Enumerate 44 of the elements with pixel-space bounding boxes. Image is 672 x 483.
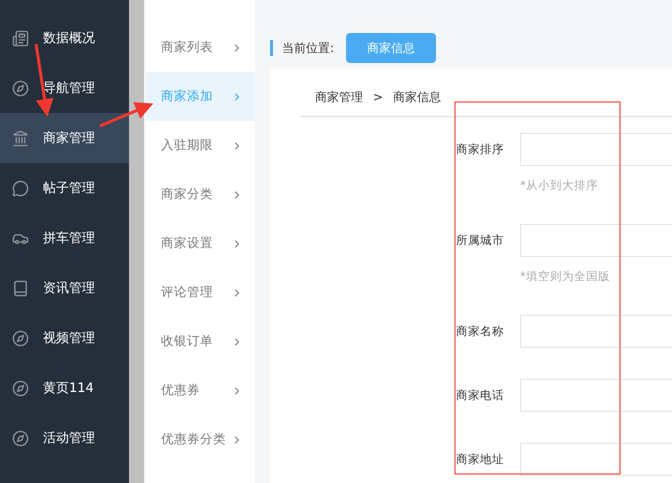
field-label: 所属城市 (456, 233, 505, 248)
submenu-item[interactable]: 入驻期限 (146, 121, 255, 170)
menu-icon (12, 280, 29, 296)
sidebar-item[interactable]: 商家管理 (0, 113, 129, 163)
accent-bar (270, 40, 273, 56)
sidebar-item[interactable]: 资讯管理 (0, 263, 129, 313)
menu-icon (12, 180, 29, 196)
sidebar-item[interactable]: 视频管理 (0, 313, 129, 363)
menu-icon (12, 80, 29, 96)
submenu-item[interactable]: 商家设置 (146, 219, 255, 268)
field-hint: *填空则为全国版 (520, 269, 610, 283)
scrollbar[interactable] (129, 0, 144, 483)
sidebar-item[interactable]: 黄页114 (0, 363, 129, 413)
submenu-item[interactable]: 商家列表 (146, 23, 255, 72)
menu-icon (12, 430, 29, 446)
menu-icon (12, 30, 29, 46)
submenu-item[interactable]: 收银订单 (146, 317, 255, 366)
field-label: 商家电话 (456, 388, 505, 403)
sidebar-item[interactable]: 活动管理 (0, 413, 129, 463)
menu-icon (12, 130, 29, 146)
menu-icon (12, 330, 29, 346)
menu-icon (12, 380, 29, 396)
field-label: 商家排序 (456, 142, 505, 157)
input-field[interactable] (520, 443, 672, 476)
breadcrumb-separator: > (373, 90, 384, 104)
submenu-item[interactable]: 商家分类 (146, 170, 255, 219)
breadcrumb-item[interactable]: 商家管理 (315, 88, 363, 106)
sidebar-item[interactable]: 拼车管理 (0, 213, 129, 263)
submenu-item[interactable]: 优惠券分类 (146, 415, 255, 464)
input-field[interactable] (520, 133, 672, 166)
annotation-arrow (99, 102, 154, 128)
submenu-item[interactable]: 评论管理 (146, 268, 255, 317)
input-field[interactable] (520, 224, 672, 257)
breadcrumb-item[interactable]: 商家信息 (393, 88, 442, 106)
field-label: 商家地址 (456, 452, 505, 467)
field-label: 商家名称 (456, 324, 505, 339)
submenu-item[interactable]: 优惠券 (146, 366, 255, 415)
sidebar-item[interactable]: 帖子管理 (0, 163, 129, 213)
sidebar-item[interactable]: 导航管理 (0, 63, 129, 113)
location-label: 当前位置: (282, 40, 334, 56)
field-hint: *从小到大排序 (520, 178, 598, 192)
input-field[interactable] (520, 379, 672, 412)
sidebar-item[interactable]: 数据概况 (0, 13, 129, 63)
input-field[interactable] (520, 315, 672, 348)
